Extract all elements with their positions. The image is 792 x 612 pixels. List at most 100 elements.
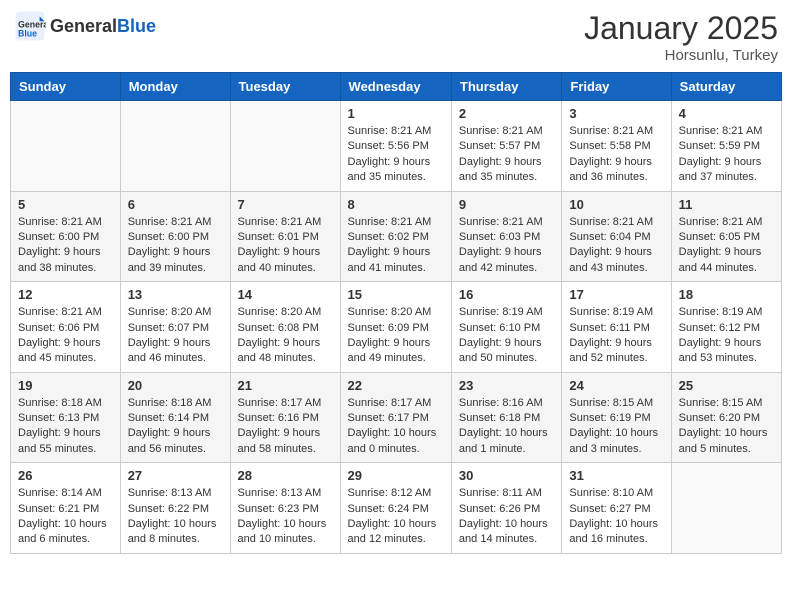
weekday-header-thursday: Thursday [451,73,561,101]
day-info: Sunrise: 8:13 AM Sunset: 6:22 PM Dayligh… [128,486,223,548]
day-number: 18 [679,287,774,302]
calendar-day-31: 31Sunrise: 8:10 AM Sunset: 6:27 PM Dayli… [562,463,671,554]
calendar-day-7: 7 Sunrise: 8:21 AM Sunset: 6:01 PM Daylig… [230,191,340,282]
day-info: Sunrise: 8:21 AM Sunset: 6:05 PM Dayligh… [679,215,774,277]
day-info: Sunrise: 8:16 AM Sunset: 6:18 PM Dayligh… [459,396,554,458]
logo-icon: General Blue [14,10,46,42]
calendar-day-5: 5Sunrise: 8:21 AM Sunset: 6:00 PM Daylig… [11,191,121,282]
weekday-header-wednesday: Wednesday [340,73,451,101]
day-info: Sunrise: 8:20 AM Sunset: 6:09 PM Dayligh… [348,305,444,367]
day-info: Sunrise: 8:19 AM Sunset: 6:11 PM Dayligh… [569,305,663,367]
day-number: 26 [18,468,113,483]
day-number: 2 [459,106,554,121]
calendar-day-8: 8 Sunrise: 8:21 AM Sunset: 6:02 PM Daylig… [340,191,451,282]
day-number: 3 [569,106,663,121]
day-info: Sunrise: 8:19 AM Sunset: 6:12 PM Dayligh… [679,305,774,367]
weekday-header-row: SundayMondayTuesdayWednesdayThursdayFrid… [11,73,782,101]
calendar-day-28: 28Sunrise: 8:13 AM Sunset: 6:23 PM Dayli… [230,463,340,554]
day-number: 7 [238,197,333,212]
day-info: Sunrise: 8:18 AM Sunset: 6:13 PM Dayligh… [18,396,113,458]
day-number: 10 [569,197,663,212]
calendar-week-5: 26Sunrise: 8:14 AM Sunset: 6:21 PM Dayli… [11,463,782,554]
calendar-day-13: 13 Sunrise: 8:20 AM Sunset: 6:07 PM Dayli… [120,282,230,373]
calendar-day-1: 1 Sunrise: 8:21 AM Sunset: 5:56 PM Daylig… [340,101,451,192]
calendar-day-22: 22 Sunrise: 8:17 AM Sunset: 6:17 PM Dayli… [340,372,451,463]
weekday-header-sunday: Sunday [11,73,121,101]
calendar-day-3: 3 Sunrise: 8:21 AM Sunset: 5:58 PM Daylig… [562,101,671,192]
day-info: Sunrise: 8:21 AM Sunset: 5:58 PM Dayligh… [569,124,663,186]
day-info: Sunrise: 8:20 AM Sunset: 6:07 PM Dayligh… [128,305,223,367]
day-number: 24 [569,378,663,393]
day-number: 15 [348,287,444,302]
day-number: 8 [348,197,444,212]
calendar-day-18: 18 Sunrise: 8:19 AM Sunset: 6:12 PM Dayli… [671,282,781,373]
calendar-day-11: 11 Sunrise: 8:21 AM Sunset: 6:05 PM Dayli… [671,191,781,282]
calendar-day-26: 26Sunrise: 8:14 AM Sunset: 6:21 PM Dayli… [11,463,121,554]
calendar-day-14: 14Sunrise: 8:20 AM Sunset: 6:08 PM Dayli… [230,282,340,373]
day-number: 4 [679,106,774,121]
day-number: 23 [459,378,554,393]
day-info: Sunrise: 8:21 AM Sunset: 5:57 PM Dayligh… [459,124,554,186]
weekday-header-friday: Friday [562,73,671,101]
day-number: 31 [569,468,663,483]
day-info: Sunrise: 8:17 AM Sunset: 6:17 PM Dayligh… [348,396,444,458]
weekday-header-saturday: Saturday [671,73,781,101]
day-number: 13 [128,287,223,302]
weekday-header-tuesday: Tuesday [230,73,340,101]
day-info: Sunrise: 8:15 AM Sunset: 6:19 PM Dayligh… [569,396,663,458]
day-info: Sunrise: 8:20 AM Sunset: 6:08 PM Dayligh… [238,305,333,367]
empty-cell [11,101,121,192]
day-number: 21 [238,378,333,393]
day-number: 5 [18,197,113,212]
day-info: Sunrise: 8:12 AM Sunset: 6:24 PM Dayligh… [348,486,444,548]
day-number: 17 [569,287,663,302]
day-number: 28 [238,468,333,483]
day-info: Sunrise: 8:21 AM Sunset: 6:02 PM Dayligh… [348,215,444,277]
day-info: Sunrise: 8:21 AM Sunset: 6:00 PM Dayligh… [128,215,223,277]
logo-general-text: General [50,16,117,36]
month-title: January 2025 [584,10,778,47]
calendar-day-29: 29 Sunrise: 8:12 AM Sunset: 6:24 PM Dayli… [340,463,451,554]
calendar-day-20: 20Sunrise: 8:18 AM Sunset: 6:14 PM Dayli… [120,372,230,463]
calendar-week-2: 5 Sunrise: 8:21 AM Sunset: 6:00 PM Daylig… [11,191,782,282]
calendar-day-15: 15 Sunrise: 8:20 AM Sunset: 6:09 PM Dayli… [340,282,451,373]
day-number: 30 [459,468,554,483]
day-info: Sunrise: 8:21 AM Sunset: 5:56 PM Dayligh… [348,124,444,186]
calendar-day-10: 10 Sunrise: 8:21 AM Sunset: 6:04 PM Dayli… [562,191,671,282]
day-number: 11 [679,197,774,212]
calendar-day-19: 19 Sunrise: 8:18 AM Sunset: 6:13 PM Dayli… [11,372,121,463]
calendar-day-4: 4 Sunrise: 8:21 AM Sunset: 5:59 PM Daylig… [671,101,781,192]
day-info: Sunrise: 8:17 AM Sunset: 6:16 PM Dayligh… [238,396,333,458]
calendar-day-30: 30 Sunrise: 8:11 AM Sunset: 6:26 PM Dayli… [451,463,561,554]
empty-cell [120,101,230,192]
day-number: 6 [128,197,223,212]
day-number: 27 [128,468,223,483]
calendar-day-17: 17 Sunrise: 8:19 AM Sunset: 6:11 PM Dayli… [562,282,671,373]
day-info: Sunrise: 8:15 AM Sunset: 6:20 PM Dayligh… [679,396,774,458]
day-info: Sunrise: 8:21 AM Sunset: 6:04 PM Dayligh… [569,215,663,277]
day-info: Sunrise: 8:21 AM Sunset: 6:03 PM Dayligh… [459,215,554,277]
day-number: 12 [18,287,113,302]
calendar-day-21: 21 Sunrise: 8:17 AM Sunset: 6:16 PM Dayli… [230,372,340,463]
day-info: Sunrise: 8:21 AM Sunset: 6:01 PM Dayligh… [238,215,333,277]
day-info: Sunrise: 8:18 AM Sunset: 6:14 PM Dayligh… [128,396,223,458]
day-number: 25 [679,378,774,393]
day-number: 29 [348,468,444,483]
day-number: 9 [459,197,554,212]
calendar-week-1: 1 Sunrise: 8:21 AM Sunset: 5:56 PM Daylig… [11,101,782,192]
day-number: 19 [18,378,113,393]
calendar-week-4: 19 Sunrise: 8:18 AM Sunset: 6:13 PM Dayli… [11,372,782,463]
page-header: General Blue GeneralBlue January 2025 Ho… [10,10,782,64]
calendar-week-3: 12Sunrise: 8:21 AM Sunset: 6:06 PM Dayli… [11,282,782,373]
day-info: Sunrise: 8:11 AM Sunset: 6:26 PM Dayligh… [459,486,554,548]
calendar-day-27: 27 Sunrise: 8:13 AM Sunset: 6:22 PM Dayli… [120,463,230,554]
logo-blue-text: Blue [117,16,156,36]
calendar-day-24: 24 Sunrise: 8:15 AM Sunset: 6:19 PM Dayli… [562,372,671,463]
day-number: 16 [459,287,554,302]
calendar-day-6: 6 Sunrise: 8:21 AM Sunset: 6:00 PM Daylig… [120,191,230,282]
day-info: Sunrise: 8:21 AM Sunset: 5:59 PM Dayligh… [679,124,774,186]
day-number: 22 [348,378,444,393]
svg-text:Blue: Blue [18,28,37,38]
day-number: 1 [348,106,444,121]
calendar-table: SundayMondayTuesdayWednesdayThursdayFrid… [10,72,782,554]
